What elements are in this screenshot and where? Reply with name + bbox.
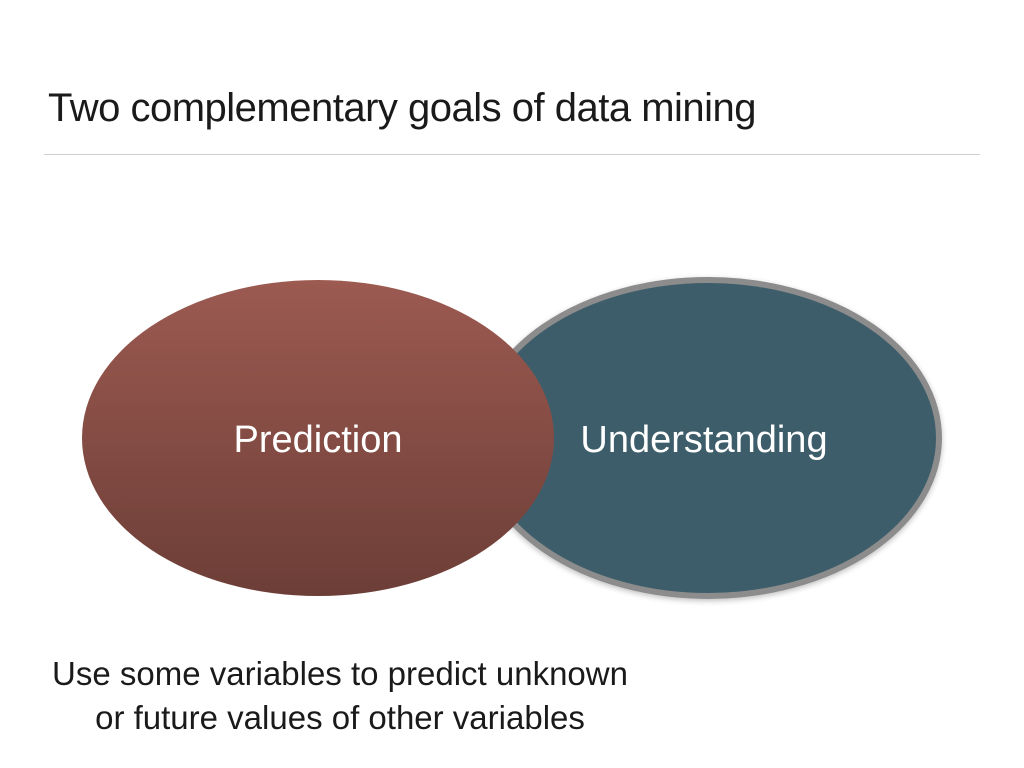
- prediction-description-line-2: or future values of other variables: [95, 699, 585, 736]
- prediction-description: Use some variables to predict unknown or…: [20, 652, 660, 740]
- prediction-label: Prediction: [234, 419, 403, 461]
- prediction-description-line-1: Use some variables to predict unknown: [52, 655, 628, 692]
- understanding-label: Understanding: [580, 419, 827, 461]
